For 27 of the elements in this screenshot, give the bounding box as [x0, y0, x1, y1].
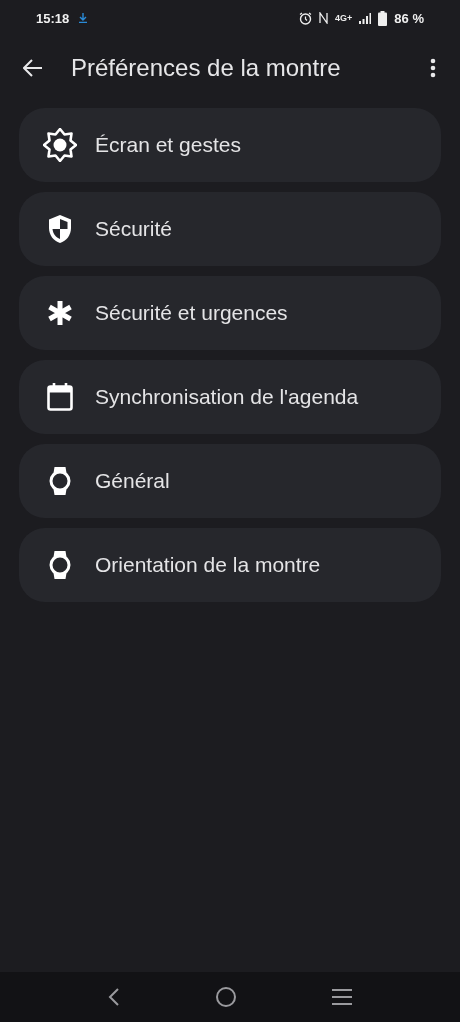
brightness-icon	[43, 128, 77, 162]
item-label: Orientation de la montre	[95, 553, 321, 577]
back-icon[interactable]	[23, 59, 43, 77]
download-icon	[79, 13, 88, 23]
settings-item[interactable]: Synchronisation de l'agenda	[19, 360, 441, 434]
battery-level: 86 %	[394, 10, 424, 26]
settings-item[interactable]: Sécurité	[19, 192, 441, 266]
more-options-icon[interactable]	[430, 58, 436, 78]
signal-icon	[359, 12, 372, 24]
item-label: Synchronisation de l'agenda	[95, 385, 359, 409]
settings-item[interactable]: Écran et gestes	[19, 108, 441, 182]
clock-time: 15:18	[36, 10, 70, 26]
nfc-icon	[319, 12, 329, 24]
alarm-icon	[299, 11, 313, 25]
battery-icon	[378, 10, 388, 26]
menu-icon[interactable]	[331, 988, 353, 1006]
page-title: Préférences de la montre	[71, 54, 342, 82]
settings-item[interactable]: Général	[19, 444, 441, 518]
item-label: Général	[95, 469, 170, 493]
back-icon[interactable]	[107, 987, 121, 1007]
item-label: Sécurité et urgences	[95, 301, 288, 325]
settings-item[interactable]: Orientation de la montre	[19, 528, 441, 602]
item-label: Sécurité	[95, 217, 173, 241]
settings-item[interactable]: Sécurité et urgences	[19, 276, 441, 350]
network-type: 4G+	[335, 13, 353, 23]
item-label: Écran et gestes	[95, 133, 241, 157]
home-icon[interactable]	[215, 986, 237, 1008]
